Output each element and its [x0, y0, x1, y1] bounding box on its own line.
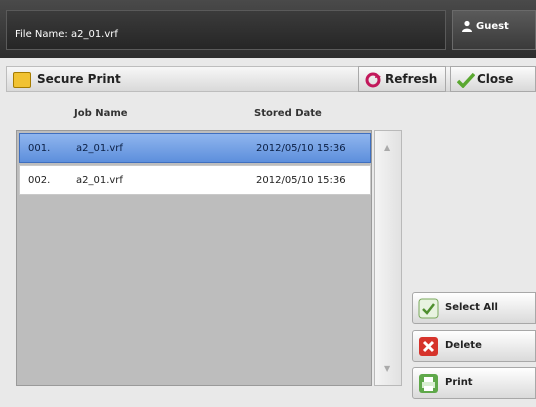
person-icon — [462, 20, 472, 32]
stored-date: 2012/05/10 15:36 — [256, 175, 346, 186]
lock-icon — [13, 72, 31, 88]
table-row[interactable]: 001. a2_01.vrf 2012/05/10 15:36 — [19, 133, 371, 163]
refresh-label: Refresh — [385, 72, 438, 86]
user-button[interactable]: Guest — [452, 10, 536, 50]
column-header-stored-date: Stored Date — [254, 108, 322, 119]
job-name: a2_01.vrf — [76, 175, 123, 186]
refresh-button[interactable]: Refresh — [358, 66, 446, 92]
page-title: Secure Print — [37, 72, 121, 86]
file-name-display: File Name: a2_01.vrf — [6, 10, 446, 50]
close-label: Close — [477, 72, 514, 86]
job-list: 001. a2_01.vrf 2012/05/10 15:36 002. a2_… — [16, 130, 372, 386]
check-icon — [418, 298, 439, 319]
print-label: Print — [445, 377, 473, 388]
table-row[interactable]: 002. a2_01.vrf 2012/05/10 15:36 — [19, 165, 371, 195]
printer-icon — [419, 374, 438, 393]
close-button[interactable]: Close — [450, 66, 536, 92]
row-number: 002. — [28, 175, 51, 186]
delete-button[interactable]: Delete — [412, 330, 536, 362]
top-bar: File Name: a2_01.vrf Guest — [0, 0, 536, 58]
scrollbar[interactable]: ▲ ▼ — [374, 130, 402, 386]
x-icon — [419, 337, 438, 356]
select-all-button[interactable]: Select All — [412, 292, 536, 324]
scroll-down-icon[interactable]: ▼ — [384, 364, 390, 373]
select-all-label: Select All — [445, 302, 498, 313]
job-name: a2_01.vrf — [76, 143, 123, 154]
checkmark-icon — [457, 72, 475, 88]
scroll-up-icon[interactable]: ▲ — [384, 143, 390, 152]
stored-date: 2012/05/10 15:36 — [256, 143, 346, 154]
delete-label: Delete — [445, 340, 482, 351]
row-number: 001. — [28, 143, 51, 154]
column-header-job-name: Job Name — [74, 108, 128, 119]
print-button[interactable]: Print — [412, 367, 536, 399]
user-label: Guest — [476, 21, 509, 32]
refresh-icon — [365, 72, 381, 88]
